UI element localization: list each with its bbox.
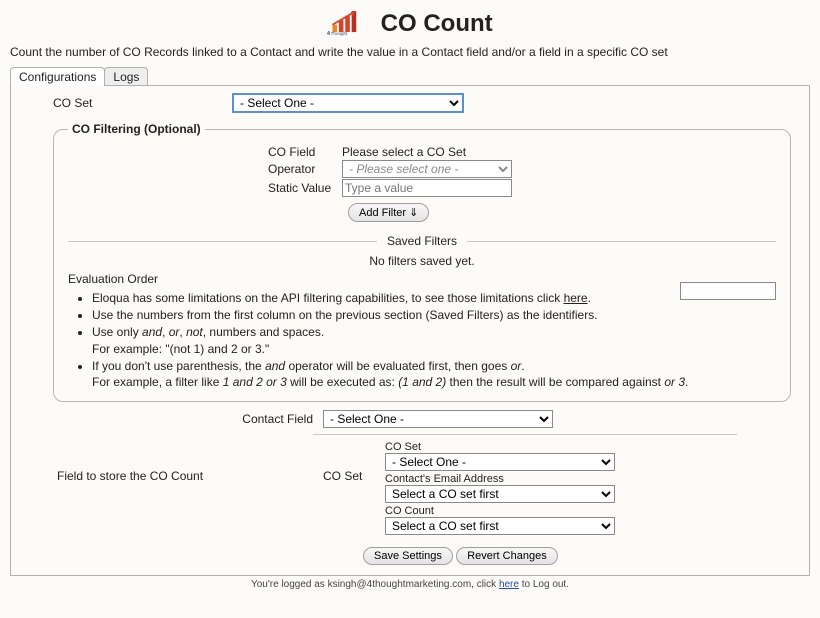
logo-icon: 4 Thought [327,8,369,39]
count-label: CO Count [385,505,797,517]
coset-select[interactable]: - Select One - [233,94,463,112]
page-title: CO Count [381,10,493,38]
evaluation-order-input[interactable] [680,282,776,300]
coset-sub-select[interactable]: - Select One - [385,453,615,471]
store-label: Field to store the CO Count [23,441,323,483]
evaluation-notes: Eloqua has some limitations on the API f… [92,290,776,390]
static-value-label: Static Value [268,181,342,195]
contact-field-label: Contact Field [23,412,323,426]
coset-label: CO Set [23,96,233,110]
coset-sub-label: CO Set [385,441,797,453]
coset-column-label: CO Set [323,441,385,483]
note-2: Use the numbers from the first column on… [92,307,776,323]
email-label: Contact's Email Address [385,473,797,485]
no-filters-text: No filters saved yet. [68,254,776,268]
config-panel: CO Set - Select One - CO Filtering (Opti… [10,85,810,576]
evaluation-order-label: Evaluation Order [68,272,776,286]
filtering-legend: CO Filtering (Optional) [68,122,205,136]
saved-filters-divider: Saved Filters [68,234,776,248]
count-select[interactable]: Select a CO set first [385,517,615,535]
add-filter-button[interactable]: Add Filter ⇓ [348,203,429,222]
email-select[interactable]: Select a CO set first [385,485,615,503]
tab-configurations[interactable]: Configurations [10,67,105,86]
tab-logs[interactable]: Logs [104,67,148,86]
note-4: If you don't use parenthesis, the and op… [92,358,776,390]
co-field-label: CO Field [268,145,342,159]
revert-changes-button[interactable]: Revert Changes [456,547,558,565]
co-field-hint: Please select a CO Set [342,145,466,159]
tabs: Configurations Logs [10,67,820,86]
static-value-input[interactable] [342,179,512,197]
filtering-fieldset: CO Filtering (Optional) CO Field Please … [53,122,791,402]
page-subtitle: Count the number of CO Records linked to… [0,41,820,67]
saved-filters-label: Saved Filters [377,234,467,248]
contact-field-select[interactable]: - Select One - [323,410,553,428]
note-3: Use only and, or, not, numbers and space… [92,324,776,356]
operator-label: Operator [268,162,342,176]
app-header: 4 Thought CO Count [0,0,820,41]
footer: You're logged as ksingh@4thoughtmarketin… [0,579,820,590]
operator-select[interactable]: - Please select one - [342,160,512,178]
limitations-link[interactable]: here [564,291,588,305]
logout-link[interactable]: here [499,579,519,590]
note-1: Eloqua has some limitations on the API f… [92,290,776,306]
divider [313,434,737,435]
save-settings-button[interactable]: Save Settings [363,547,453,565]
svg-text:Thought: Thought [331,31,348,36]
